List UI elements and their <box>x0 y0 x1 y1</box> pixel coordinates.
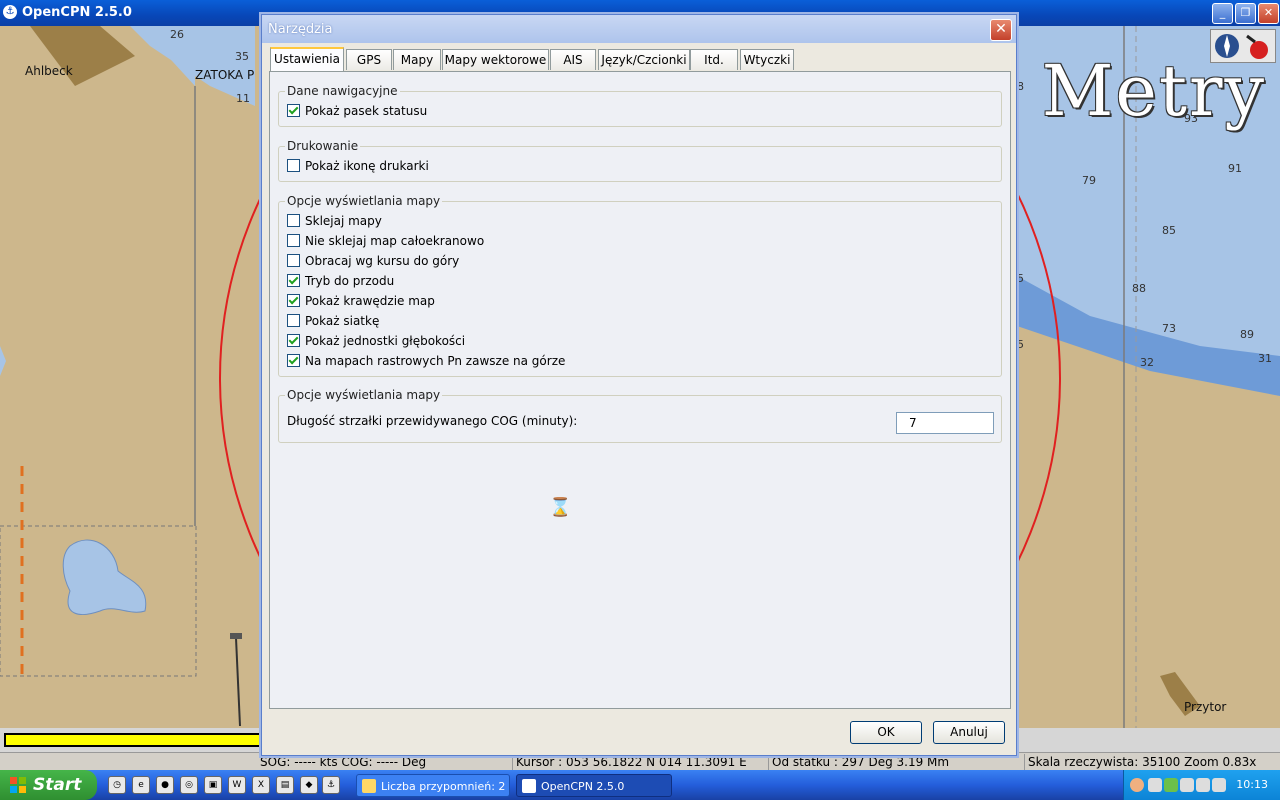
tray-icon[interactable] <box>1148 778 1162 792</box>
app-icon[interactable]: ▤ <box>276 776 294 794</box>
tray-expand-icon[interactable] <box>1130 778 1144 792</box>
tab-ais[interactable]: AIS <box>550 49 596 70</box>
tab-ustawienia[interactable]: Ustawienia <box>270 47 344 72</box>
checkbox[interactable] <box>287 104 300 117</box>
checkbox[interactable] <box>287 274 300 287</box>
option-raster-north-up[interactable]: Na mapach rastrowych Pn zawsze na górze <box>287 353 565 369</box>
depth-label: 85 <box>1162 224 1176 237</box>
tab-panel-ustawienia: Dane nawigacyjne Pokaż pasek statusu Dru… <box>269 71 1011 709</box>
option-no-fullscreen-skew[interactable]: Nie sklejaj map całoekranowo <box>287 233 484 249</box>
task-opencpn[interactable]: OpenCPN 2.5.0 <box>516 774 672 797</box>
tray-icon[interactable] <box>1196 778 1210 792</box>
option-show-statusbar[interactable]: Pokaż pasek statusu <box>287 103 427 119</box>
group-chart-display: Opcje wyświetlania mapy Sklejaj mapy Nie… <box>278 194 1002 377</box>
group-nav-data: Dane nawigacyjne Pokaż pasek statusu <box>278 84 1002 127</box>
option-chart-outlines[interactable]: Pokaż krawędzie map <box>287 293 435 309</box>
depth-label: 5 <box>1017 338 1024 351</box>
clock-app-icon[interactable]: ◷ <box>108 776 126 794</box>
app-icon[interactable]: ● <box>156 776 174 794</box>
word-icon[interactable]: W <box>228 776 246 794</box>
depth-label: 35 <box>235 50 249 63</box>
minimize-button[interactable]: _ <box>1212 3 1233 24</box>
opencpn-icon: ⚓ <box>3 5 17 19</box>
hourglass-cursor-icon: ⌛ <box>549 497 572 518</box>
checkbox[interactable] <box>287 314 300 327</box>
status-cursor: Kursor : 053 56.1822 N 014 11.3091 E <box>512 754 769 770</box>
option-course-up[interactable]: Obracaj wg kursu do góry <box>287 253 459 269</box>
opencpn-icon <box>522 779 536 793</box>
depth-label: 89 <box>1240 328 1254 341</box>
clock[interactable]: 10:13 <box>1236 778 1268 791</box>
network-icon[interactable] <box>1180 778 1194 792</box>
depth-label: 88 <box>1132 282 1146 295</box>
status-from-ship: Od statku : 297 Deg 3.19 Mm <box>768 754 1025 770</box>
depth-label: 32 <box>1140 356 1154 369</box>
dialog-titlebar[interactable]: Narzędzia ✕ <box>262 15 1016 43</box>
checkbox[interactable] <box>287 334 300 347</box>
tab-jezyk-czcionki[interactable]: Język/Czcionki <box>598 49 690 70</box>
close-main-button[interactable]: ✕ <box>1258 3 1279 24</box>
checkbox[interactable] <box>287 234 300 247</box>
depth-label: 91 <box>1228 162 1242 175</box>
ok-button[interactable]: OK <box>850 721 922 744</box>
checkbox[interactable] <box>287 254 300 267</box>
start-button[interactable]: Start <box>0 770 97 800</box>
place-zatoka: ZATOKA P <box>195 68 255 82</box>
option-skew-charts[interactable]: Sklejaj mapy <box>287 213 382 229</box>
depth-label: 73 <box>1162 322 1176 335</box>
opencpn-quick-icon[interactable]: ⚓ <box>322 776 340 794</box>
checkbox[interactable] <box>287 159 300 172</box>
dialog-close-button[interactable]: ✕ <box>990 19 1012 41</box>
option-show-printer-icon[interactable]: Pokaż ikonę drukarki <box>287 158 429 174</box>
tab-wtyczki[interactable]: Wtyczki <box>740 49 794 70</box>
volume-icon[interactable] <box>1212 778 1226 792</box>
tab-mapy[interactable]: Mapy <box>393 49 441 70</box>
tab-itd[interactable]: Itd. <box>690 49 738 70</box>
depth-label: 31 <box>1258 352 1272 365</box>
group-label: Opcje wyświetlania mapy <box>285 194 443 208</box>
depth-label: 26 <box>170 28 184 41</box>
taskbar: Start ◷ e ● ◎ ▣ W X ▤ ◆ ⚓ Liczba przypom… <box>0 770 1280 800</box>
option-depth-units[interactable]: Pokaż jednostki głębokości <box>287 333 465 349</box>
ie-icon[interactable]: e <box>132 776 150 794</box>
group-label: Opcje wyświetlania mapy <box>285 388 443 402</box>
system-tray: 10:13 <box>1123 770 1280 800</box>
option-look-ahead[interactable]: Tryb do przodu <box>287 273 394 289</box>
status-scale: Skala rzeczywista: 35100 Zoom 0.83x <box>1028 755 1257 769</box>
maximize-button[interactable]: ❐ <box>1235 3 1256 24</box>
option-show-grid[interactable]: Pokaż siatkę <box>287 313 379 329</box>
tab-gps[interactable]: GPS <box>346 49 392 70</box>
tray-icon[interactable] <box>1164 778 1178 792</box>
place-ahlbeck: Ahlbeck <box>25 64 73 78</box>
checkbox[interactable] <box>287 294 300 307</box>
task-reminders[interactable]: Liczba przypomnień: 2 <box>356 774 510 797</box>
status-sog-cog: SOG: ----- kts COG: ----- Deg <box>256 754 513 770</box>
group-chart-display-cog: Opcje wyświetlania mapy Długość strzałki… <box>278 388 1002 443</box>
compass-widget[interactable] <box>1210 29 1276 63</box>
save-icon[interactable]: ▣ <box>204 776 222 794</box>
bell-icon <box>362 779 376 793</box>
cancel-button[interactable]: Anuluj <box>933 721 1005 744</box>
chrome-icon[interactable]: ◎ <box>180 776 198 794</box>
checkbox[interactable] <box>287 354 300 367</box>
group-label: Dane nawigacyjne <box>285 84 400 98</box>
tab-mapy-wektorowe[interactable]: Mapy wektorowe <box>442 49 549 70</box>
app-icon[interactable]: ◆ <box>300 776 318 794</box>
depth-label: 5 <box>1017 272 1024 285</box>
depth-label: 11 <box>236 92 250 105</box>
dialog-title: Narzędzia <box>268 22 333 37</box>
group-printing: Drukowanie Pokaż ikonę drukarki <box>278 139 1002 182</box>
cog-length-input[interactable] <box>896 412 994 434</box>
group-label: Drukowanie <box>285 139 361 153</box>
depth-label: 8 <box>1017 80 1024 93</box>
checkbox[interactable] <box>287 214 300 227</box>
app-title: OpenCPN 2.5.0 <box>22 5 132 20</box>
progress-bar <box>4 733 264 747</box>
settings-dialog: Narzędzia ✕ Ustawienia GPS Mapy Mapy wek… <box>261 14 1017 756</box>
cog-length-label: Długość strzałki przewidywanego COG (min… <box>287 414 578 428</box>
windows-logo-icon <box>10 777 26 793</box>
place-przytor: Przytor <box>1184 700 1227 714</box>
depth-label: 79 <box>1082 174 1096 187</box>
excel-icon[interactable]: X <box>252 776 270 794</box>
